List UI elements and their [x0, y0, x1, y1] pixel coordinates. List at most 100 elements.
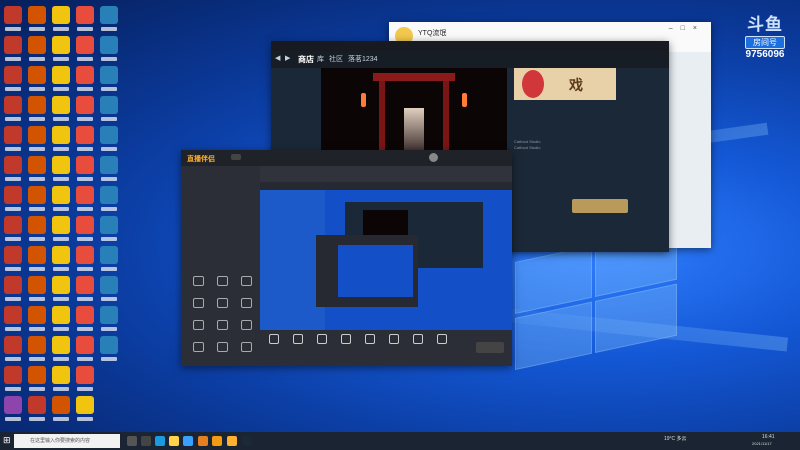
desktop-shortcut-icon[interactable]	[100, 336, 118, 354]
desktop-shortcut-icon[interactable]	[76, 156, 94, 174]
desktop-shortcut-icon[interactable]	[28, 126, 46, 144]
desktop-shortcut-icon[interactable]	[28, 366, 46, 384]
desktop-shortcut-icon[interactable]	[28, 66, 46, 84]
tool-icon[interactable]	[217, 276, 228, 286]
desktop-shortcut-icon[interactable]	[4, 66, 22, 84]
bottom-tool[interactable]	[288, 334, 308, 346]
desktop-shortcut-icon[interactable]	[28, 96, 46, 114]
desktop-shortcut-icon[interactable]	[100, 96, 118, 114]
desktop-shortcut-icon[interactable]	[52, 276, 70, 294]
desktop-shortcut-icon[interactable]	[4, 306, 22, 324]
desktop-shortcut-icon[interactable]	[52, 6, 70, 24]
bottom-tool[interactable]	[360, 334, 380, 346]
desktop-shortcut-icon[interactable]	[28, 36, 46, 54]
desktop-shortcut-icon[interactable]	[100, 156, 118, 174]
desktop-shortcut-icon[interactable]	[100, 306, 118, 324]
bottom-tool[interactable]	[432, 334, 452, 346]
tab-store[interactable]: 商店	[298, 54, 314, 65]
minimize-button[interactable]: –	[669, 25, 681, 32]
desktop-shortcut-icon[interactable]	[76, 36, 94, 54]
tool-icon[interactable]	[217, 298, 228, 308]
desktop-shortcut-icon[interactable]	[76, 66, 94, 84]
desktop-shortcut-icon[interactable]	[52, 96, 70, 114]
steam-icon[interactable]	[242, 436, 252, 446]
desktop-shortcut-icon[interactable]	[76, 246, 94, 264]
bottom-tool[interactable]	[336, 334, 356, 346]
clock-date[interactable]: 2021/11/17	[752, 441, 772, 446]
desktop-shortcut-icon[interactable]	[52, 156, 70, 174]
desktop-shortcut-icon[interactable]	[52, 36, 70, 54]
desktop-shortcut-icon[interactable]	[28, 276, 46, 294]
taskbar-app-icon[interactable]	[198, 436, 208, 446]
desktop-shortcut-icon[interactable]	[52, 366, 70, 384]
desktop-shortcut-icon[interactable]	[100, 66, 118, 84]
bottom-tool[interactable]	[264, 334, 284, 346]
desktop-shortcut-icon[interactable]	[52, 66, 70, 84]
app-titlebar[interactable]: 直播伴侣 ﾠ	[181, 150, 512, 166]
desktop-shortcut-icon[interactable]	[28, 396, 46, 414]
desktop-shortcut-icon[interactable]	[28, 6, 46, 24]
task-view-icon[interactable]	[127, 436, 137, 446]
steam-titlebar[interactable]	[271, 41, 669, 51]
game-cover[interactable]: 戏	[514, 68, 616, 100]
desktop-shortcut-icon[interactable]	[4, 6, 22, 24]
forward-icon[interactable]: ▶	[285, 54, 290, 62]
desktop-shortcut-icon[interactable]	[76, 96, 94, 114]
tool-icon[interactable]	[217, 320, 228, 330]
desktop-shortcut-icon[interactable]	[4, 396, 22, 414]
desktop-shortcut-icon[interactable]	[52, 306, 70, 324]
livestream-app-icon[interactable]	[227, 436, 237, 446]
desktop-shortcut-icon[interactable]	[52, 216, 70, 234]
clock-time[interactable]: 16:41	[762, 434, 775, 440]
desktop-shortcut-icon[interactable]	[100, 246, 118, 264]
desktop-shortcut-icon[interactable]	[4, 96, 22, 114]
desktop-shortcut-icon[interactable]	[76, 126, 94, 144]
desktop-shortcut-icon[interactable]	[28, 306, 46, 324]
desktop-shortcut-icon[interactable]	[4, 336, 22, 354]
taskbar-app-icon[interactable]	[183, 436, 193, 446]
desktop-shortcut-icon[interactable]	[4, 366, 22, 384]
preview-canvas[interactable]	[260, 190, 512, 330]
desktop-shortcut-icon[interactable]	[28, 246, 46, 264]
desktop-shortcut-icon[interactable]	[76, 306, 94, 324]
bottom-tool[interactable]	[312, 334, 332, 346]
desktop-shortcut-icon[interactable]	[4, 276, 22, 294]
tool-icon[interactable]	[241, 342, 252, 352]
search-input[interactable]: 在这里输入你要搜索的内容	[14, 434, 120, 448]
desktop-shortcut-icon[interactable]	[100, 276, 118, 294]
desktop-shortcut-icon[interactable]	[100, 186, 118, 204]
desktop-shortcut-icon[interactable]	[52, 126, 70, 144]
tool-icon[interactable]	[193, 320, 204, 330]
user-avatar[interactable]	[429, 153, 438, 162]
tab-community[interactable]: 社区	[329, 54, 343, 64]
tool-icon[interactable]	[241, 298, 252, 308]
desktop-shortcut-icon[interactable]	[100, 216, 118, 234]
desktop-shortcut-icon[interactable]	[4, 36, 22, 54]
tab-library[interactable]: 库	[317, 54, 324, 64]
explorer-icon[interactable]	[169, 436, 179, 446]
desktop-shortcut-icon[interactable]	[76, 6, 94, 24]
desktop-shortcut-icon[interactable]	[76, 216, 94, 234]
desktop-shortcut-icon[interactable]	[4, 156, 22, 174]
desktop-shortcut-icon[interactable]	[28, 216, 46, 234]
desktop-shortcut-icon[interactable]	[52, 396, 70, 414]
desktop-shortcut-icon[interactable]	[28, 156, 46, 174]
desktop-shortcut-icon[interactable]	[76, 336, 94, 354]
desktop-shortcut-icon[interactable]	[100, 6, 118, 24]
taskbar-app-icon[interactable]	[141, 436, 151, 446]
tool-icon[interactable]	[241, 276, 252, 286]
desktop-shortcut-icon[interactable]	[52, 336, 70, 354]
desktop-shortcut-icon[interactable]	[4, 216, 22, 234]
edge-icon[interactable]	[155, 436, 165, 446]
start-icon[interactable]: ⊞	[3, 435, 11, 446]
taskbar-app-icon[interactable]	[212, 436, 222, 446]
desktop-shortcut-icon[interactable]	[100, 36, 118, 54]
maximize-button[interactable]: □	[681, 25, 693, 32]
back-icon[interactable]: ◀	[275, 54, 280, 62]
tool-icon[interactable]	[241, 320, 252, 330]
desktop-shortcut-icon[interactable]	[4, 186, 22, 204]
desktop-shortcut-icon[interactable]	[52, 246, 70, 264]
bottom-tool[interactable]	[384, 334, 404, 346]
tab-profile[interactable]: 落茗1234	[348, 54, 378, 64]
desktop-shortcut-icon[interactable]	[76, 396, 94, 414]
